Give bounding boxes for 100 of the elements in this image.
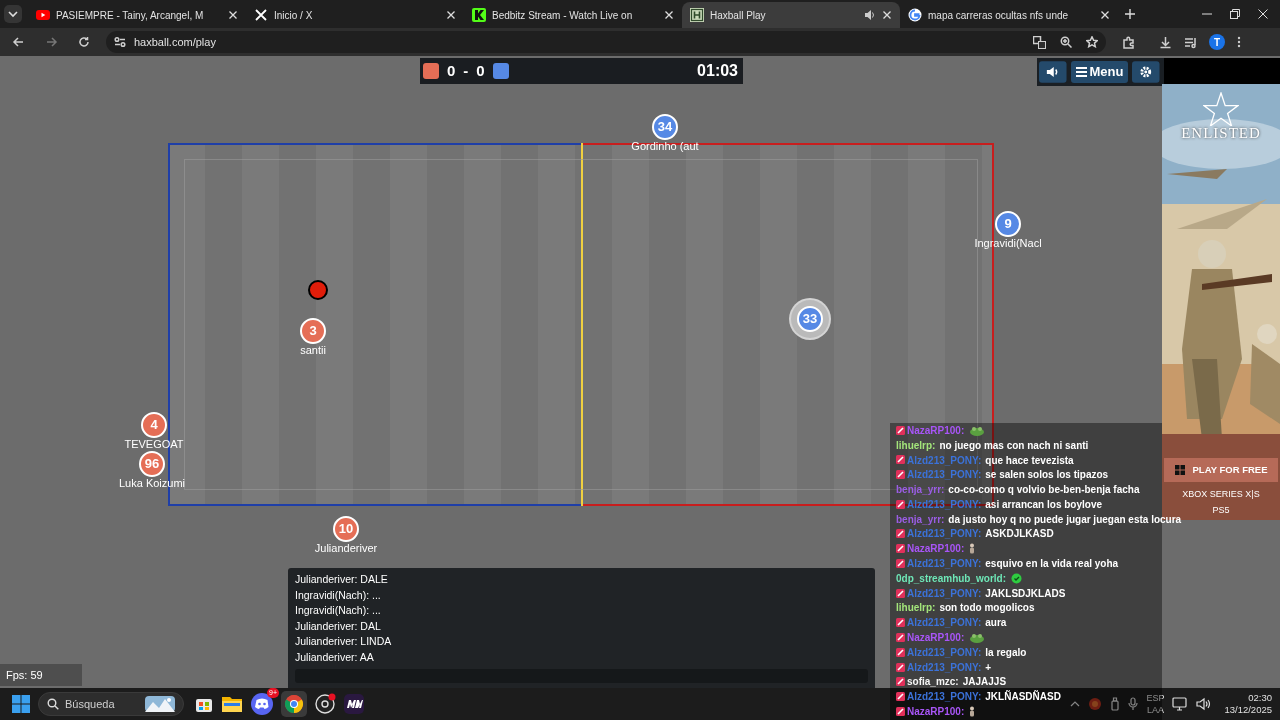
- chat-text: asi arrancan los boylove: [985, 497, 1102, 512]
- score: 0: [476, 60, 485, 81]
- close-icon[interactable]: [446, 10, 456, 20]
- puzzle-icon[interactable]: [1122, 35, 1135, 49]
- clock[interactable]: 02:30 13/12/2025: [1224, 692, 1272, 716]
- chat-text: se salen solos los tipazos: [985, 468, 1109, 483]
- mm-app-icon[interactable]: [343, 693, 365, 715]
- translate-icon[interactable]: [1033, 35, 1046, 49]
- browser-tab[interactable]: PASIEMPRE - Tainy, Arcangel, M: [28, 2, 246, 28]
- language-indicator[interactable]: ESP LAA: [1146, 692, 1165, 716]
- play-icon: [36, 8, 50, 22]
- match-timer: 01:03: [697, 61, 738, 81]
- forward-icon[interactable]: [46, 36, 58, 48]
- chat-username: Alzd213_PONY:: [907, 497, 982, 512]
- emote-icon: [969, 424, 986, 436]
- app-tray-icon[interactable]: [1088, 697, 1103, 711]
- chat-username: NazaRP100:: [907, 542, 965, 557]
- browser-app-icon[interactable]: [281, 691, 307, 717]
- chat-username: NazaRP100:: [907, 631, 965, 646]
- browser-tab[interactable]: Inicio / X: [246, 2, 464, 28]
- tab-title: Inicio / X: [274, 8, 314, 23]
- chevron-up-icon[interactable]: [1070, 700, 1081, 708]
- chat-username: benja_yrr:: [896, 512, 945, 527]
- network-icon[interactable]: [1172, 697, 1189, 711]
- record-app-icon[interactable]: [314, 693, 336, 715]
- chat-text: que hace tevezista: [985, 453, 1074, 468]
- more-icon[interactable]: [1237, 36, 1241, 48]
- chat-username: 0dp_streamhub_world:: [896, 571, 1007, 586]
- star-emblem-icon: [1203, 92, 1239, 126]
- star-icon[interactable]: [1086, 36, 1098, 48]
- chat-username: benja_yrr:: [896, 483, 945, 498]
- chat-message: Julianderiver: DALE: [295, 572, 389, 587]
- chat-message: Julianderiver: DAL: [295, 618, 382, 634]
- x-icon: [254, 8, 268, 22]
- field-icon: [690, 8, 704, 22]
- menu-icon: [1075, 67, 1087, 77]
- chat-message: Ingravidi(Nach): ...: [295, 603, 382, 618]
- close-icon[interactable]: [1258, 9, 1268, 19]
- windows-icon: [1174, 465, 1185, 475]
- media-list-icon[interactable]: [1184, 35, 1197, 49]
- chat-text: ASKDJLKASD: [985, 527, 1054, 542]
- chat-username: lihuelrp:: [896, 601, 936, 616]
- player-name: TEVEGOAT: [124, 438, 184, 450]
- zoom-icon[interactable]: [1060, 36, 1072, 48]
- chat-text: son todo mogolicos: [939, 601, 1035, 616]
- chat-text: esquivo en la vida real yoha: [985, 557, 1119, 572]
- site-settings-icon[interactable]: [114, 36, 126, 48]
- start-icon[interactable]: [12, 695, 30, 713]
- clock-time: 02:30: [1248, 692, 1272, 704]
- g-icon: [908, 8, 922, 22]
- address-bar[interactable]: haxball.com/play: [106, 31, 1106, 53]
- ad-logo: ENLISTED: [1180, 124, 1262, 143]
- chat-message: Ingravidi(Nach): ...: [295, 587, 382, 603]
- browser-tab[interactable]: Bedbitz Stream - Watch Live on: [464, 2, 682, 28]
- close-icon[interactable]: [228, 10, 238, 20]
- close-icon[interactable]: [882, 10, 892, 20]
- close-icon[interactable]: [664, 10, 674, 20]
- play-for-free-button[interactable]: PLAY FOR FREE: [1164, 458, 1278, 482]
- close-icon[interactable]: [1100, 10, 1110, 20]
- browser-tab[interactable]: mapa carreras ocultas nfs unde: [900, 2, 1118, 28]
- microphone-icon[interactable]: [1128, 697, 1139, 711]
- chat-username: Alzd213_PONY:: [907, 616, 982, 631]
- new-tab-icon[interactable]: [1124, 8, 1136, 20]
- folder-icon[interactable]: [221, 694, 243, 714]
- back-icon[interactable]: [12, 36, 24, 48]
- sound-button[interactable]: [1039, 61, 1067, 83]
- player-name: santii: [300, 344, 326, 356]
- chat-text: da justo hoy q no puede jugar juegan esta locura: [948, 512, 1182, 527]
- tab-list-icon[interactable]: [4, 5, 22, 23]
- language-code: ESP: [1146, 692, 1165, 704]
- score: 0: [447, 60, 456, 81]
- fps-counter: Fps: 59: [0, 664, 82, 686]
- download-icon[interactable]: [1159, 35, 1172, 49]
- mountain-icon: [145, 696, 175, 712]
- chat-username: Alzd213_PONY:: [907, 586, 982, 601]
- search-input[interactable]: Búsqueda: [65, 695, 135, 713]
- profile-avatar[interactable]: T: [1209, 34, 1225, 50]
- usb-icon[interactable]: [1110, 697, 1121, 711]
- reload-icon[interactable]: [78, 36, 90, 48]
- player-name: Julianderiver: [314, 542, 378, 554]
- emote-icon: [969, 632, 986, 644]
- chat-message: Julianderiver: AA: [295, 649, 375, 665]
- tab-title: mapa carreras ocultas nfs unde: [928, 8, 1070, 23]
- chat-username: Alzd213_PONY:: [907, 690, 982, 705]
- volume-icon[interactable]: [1196, 697, 1213, 711]
- chat-text: co-co-como q volvio be-ben-benja facha: [948, 483, 1140, 498]
- team-swatch: [492, 63, 509, 79]
- restore-icon[interactable]: [1230, 9, 1240, 19]
- search-icon: [47, 698, 59, 710]
- emote-icon: [969, 543, 976, 555]
- platform-label: XBOX SERIES X|S: [1182, 488, 1260, 501]
- chat-text: la regalo: [985, 645, 1027, 660]
- settings-button[interactable]: [1132, 61, 1160, 83]
- player-name: Luka Koizumi: [119, 477, 185, 489]
- search-field[interactable]: Búsqueda: [38, 692, 184, 716]
- team-swatch: [423, 63, 439, 79]
- browser-tab[interactable]: Haxball Play: [682, 2, 900, 28]
- speaker-icon[interactable]: [864, 9, 876, 21]
- menu-button[interactable]: Menu: [1070, 61, 1129, 83]
- chat-text: aura: [985, 616, 1007, 631]
